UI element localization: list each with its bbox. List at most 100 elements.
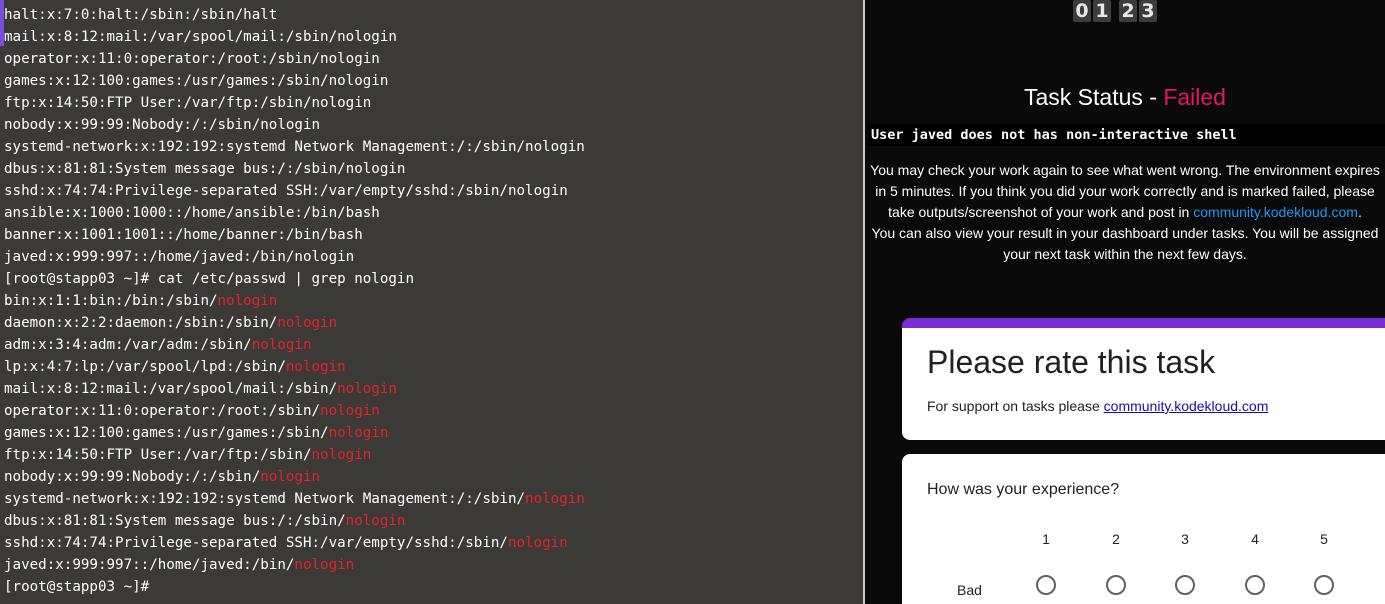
terminal-line: operator:x:11:0:operator:/root:/sbin/nol… [4,48,585,70]
terminal-line-text: systemd-network:x:192:192:systemd Networ… [4,139,585,155]
scale-label-3: 3 [1181,531,1189,547]
support-text: For support on tasks please community.ko… [927,398,1268,414]
terminal-line: lp:x:4:7:lp:/var/spool/lpd:/sbin/nologin [4,356,585,378]
community-link[interactable]: community.kodekloud.com [1193,204,1358,220]
task-info-text: You may check your work again to see wha… [865,160,1385,265]
terminal-line: javed:x:999:997::/home/javed:/bin/nologi… [4,246,585,268]
grep-match-highlight: nologin [311,447,372,463]
task-status-prefix: Task Status - [1024,84,1164,110]
terminal-line-text: lp:x:4:7:lp:/var/spool/lpd:/sbin/ [4,359,286,375]
terminal-line: mail:x:8:12:mail:/var/spool/mail:/sbin/n… [4,26,585,48]
terminal-line-text: javed:x:999:997::/home/javed:/bin/nologi… [4,249,355,265]
grep-match-highlight: nologin [525,491,585,507]
terminal-line: adm:x:3:4:adm:/var/adm:/sbin/nologin [4,334,585,356]
terminal-line: bin:x:1:1:bin:/bin:/sbin/nologin [4,290,585,312]
scale-low-label: Bad [957,582,982,598]
terminal-line-text: operator:x:11:0:operator:/root:/sbin/nol… [4,51,380,67]
grep-match-highlight: nologin [337,381,397,397]
terminal-line: banner:x:1001:1001::/home/banner:/bin/ba… [4,224,585,246]
timer-digit: 0 [1073,0,1091,22]
terminal-pane[interactable]: halt:x:7:0:halt:/sbin:/sbin/halt mail:x:8… [0,0,863,604]
grep-match-highlight: nologin [320,403,380,419]
terminal-line-text: adm:x:3:4:adm:/var/adm:/sbin/ [4,337,252,353]
scale-label-5: 5 [1320,531,1328,547]
grep-match-highlight: nologin [328,425,389,441]
terminal-line-text: ftp:x:14:50:FTP User:/var/ftp:/sbin/nolo… [4,95,372,111]
support-link[interactable]: community.kodekloud.com [1104,398,1269,414]
task-status-message: User javed does not has non-interactive … [868,124,1385,146]
info-paragraph-2: You can also view your result in your da… [871,225,1379,262]
support-prefix: For support on tasks please [927,398,1104,414]
scale-label-2: 2 [1112,531,1120,547]
terminal-line: dbus:x:81:81:System message bus:/:/sbin/… [4,158,585,180]
rating-radio-1[interactable] [1036,575,1056,595]
terminal-line: [root@stapp03 ~]# cat /etc/passwd | grep… [4,268,585,290]
experience-card: How was your experience? 1 2 3 4 5 Bad [902,454,1385,604]
terminal-line-text: games:x:12:100:games:/usr/games:/sbin/no… [4,73,389,89]
grep-match-highlight: nologin [251,337,312,353]
terminal-line: halt:x:7:0:halt:/sbin:/sbin/halt [4,4,585,26]
scale-label-1: 1 [1042,531,1050,547]
terminal-line-text: ansible:x:1000:1000::/home/ansible:/bin/… [4,205,380,221]
terminal-line: ftp:x:14:50:FTP User:/var/ftp:/sbin/nolo… [4,92,585,114]
experience-question: How was your experience? [927,481,1120,498]
terminal-line-text: mail:x:8:12:mail:/var/spool/mail:/sbin/ [4,381,338,397]
rate-title: Please rate this task [927,344,1216,380]
rating-radio-2[interactable] [1106,575,1126,595]
grep-match-highlight: nologin [507,535,568,551]
task-pane: 0 1 2 3 Task Status - Failed User javed … [865,0,1385,604]
terminal-line: sshd:x:74:74:Privilege-separated SSH:/va… [4,532,585,554]
timer-digit: 2 [1119,0,1137,22]
terminal-line-text: sshd:x:74:74:Privilege-separated SSH:/va… [4,183,568,199]
terminal-line-text: bin:x:1:1:bin:/bin:/sbin/ [4,293,218,309]
grep-match-highlight: nologin [260,469,321,485]
terminal-line: systemd-network:x:192:192:systemd Networ… [4,488,585,510]
terminal-line-text: mail:x:8:12:mail:/var/spool/mail:/sbin/n… [4,29,397,45]
terminal-line: [root@stapp03 ~]# [4,576,585,598]
countdown-timer: 0 1 2 3 [1073,0,1159,22]
grep-match-highlight: nologin [285,359,346,375]
rating-radio-4[interactable] [1245,575,1265,595]
task-status-value: Failed [1163,84,1226,110]
grep-match-highlight: nologin [217,293,278,309]
terminal-line-text: dbus:x:81:81:System message bus:/:/sbin/ [4,513,346,529]
terminal-line-text: halt:x:7:0:halt:/sbin:/sbin/halt [4,7,278,23]
terminal-line: mail:x:8:12:mail:/var/spool/mail:/sbin/n… [4,378,585,400]
terminal-line: ansible:x:1000:1000::/home/ansible:/bin/… [4,202,585,224]
timer-digit: 1 [1093,0,1111,22]
task-status-title: Task Status - Failed [865,84,1385,111]
terminal-line: daemon:x:2:2:daemon:/sbin:/sbin/nologin [4,312,585,334]
terminal-line-text: dbus:x:81:81:System message bus:/:/sbin/… [4,161,406,177]
terminal-line-text: daemon:x:2:2:daemon:/sbin:/sbin/ [4,315,278,331]
terminal-line: javed:x:999:997::/home/javed:/bin/nologi… [4,554,585,576]
terminal-line-text: ftp:x:14:50:FTP User:/var/ftp:/sbin/ [4,447,312,463]
scale-label-4: 4 [1251,531,1259,547]
terminal-line: systemd-network:x:192:192:systemd Networ… [4,136,585,158]
terminal-line-text: [root@stapp03 ~]# cat /etc/passwd | grep… [4,271,414,287]
rate-task-card: Please rate this task For support on tas… [902,318,1385,440]
terminal-line-text: systemd-network:x:192:192:systemd Networ… [4,491,526,507]
terminal-line: dbus:x:81:81:System message bus:/:/sbin/… [4,510,585,532]
rating-radio-3[interactable] [1175,575,1195,595]
timer-digit: 3 [1139,0,1157,22]
rating-radio-5[interactable] [1314,575,1334,595]
terminal-line-text: nobody:x:99:99:Nobody:/:/sbin/nologin [4,117,321,133]
terminal-line-text: sshd:x:74:74:Privilege-separated SSH:/va… [4,535,508,551]
terminal-line: operator:x:11:0:operator:/root:/sbin/nol… [4,400,585,422]
terminal-line-text: banner:x:1001:1001::/home/banner:/bin/ba… [4,227,363,243]
terminal-line-text: [root@stapp03 ~]# [4,579,150,595]
terminal-line: games:x:12:100:games:/usr/games:/sbin/no… [4,70,585,92]
terminal-line: sshd:x:74:74:Privilege-separated SSH:/va… [4,180,585,202]
terminal-line-text: javed:x:999:997::/home/javed:/bin/ [4,557,295,573]
grep-match-highlight: nologin [277,315,338,331]
info-period: . [1357,204,1362,220]
terminal-line-text: operator:x:11:0:operator:/root:/sbin/ [4,403,321,419]
terminal-line: nobody:x:99:99:Nobody:/:/sbin/nologin [4,466,585,488]
terminal-line: ftp:x:14:50:FTP User:/var/ftp:/sbin/nolo… [4,444,585,466]
terminal-line-text: nobody:x:99:99:Nobody:/:/sbin/ [4,469,261,485]
terminal-output: halt:x:7:0:halt:/sbin:/sbin/halt mail:x:8… [4,4,585,598]
terminal-line: games:x:12:100:games:/usr/games:/sbin/no… [4,422,585,444]
terminal-line: nobody:x:99:99:Nobody:/:/sbin/nologin [4,114,585,136]
terminal-line-text: games:x:12:100:games:/usr/games:/sbin/ [4,425,329,441]
grep-match-highlight: nologin [345,513,406,529]
